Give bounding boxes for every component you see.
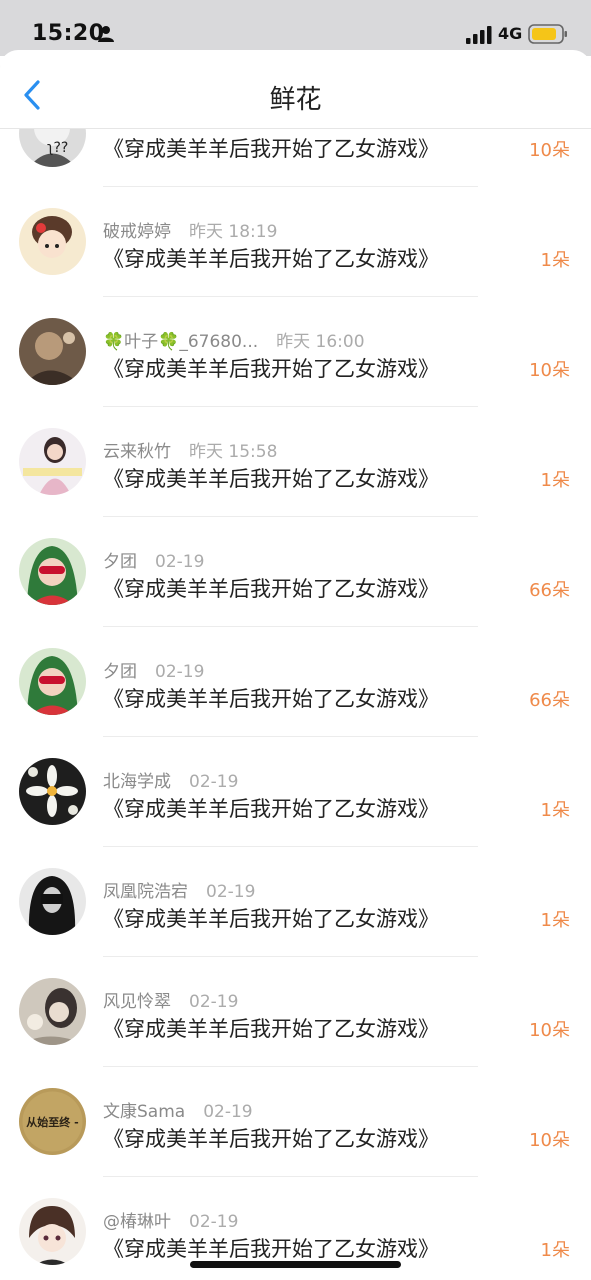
list-item[interactable]: 破戒婷婷 昨天 18:19 《穿成美羊羊后我开始了乙女游戏》 1朵 <box>0 188 591 298</box>
user-name[interactable]: 夕团 <box>103 552 137 572</box>
svg-text:ʅ??: ʅ?? <box>47 140 68 156</box>
avatar <box>19 538 86 605</box>
user-name[interactable]: 风见怜翠 <box>103 992 171 1012</box>
book-title: 《穿成美羊羊后我开始了乙女游戏》 <box>103 467 439 491</box>
flower-count: 10朵 <box>529 140 570 161</box>
divider <box>103 736 478 737</box>
list-item[interactable]: 夕团 02-19 《穿成美羊羊后我开始了乙女游戏》 66朵 <box>0 518 591 628</box>
timestamp: 02-19 <box>155 662 205 682</box>
list-item[interactable]: 北海学成 02-19 《穿成美羊羊后我开始了乙女游戏》 1朵 <box>0 738 591 848</box>
meta-line: 夕团 02-19 <box>103 547 204 572</box>
book-title: 《穿成美羊羊后我开始了乙女游戏》 <box>103 247 439 271</box>
book-title: 《穿成美羊羊后我开始了乙女游戏》 <box>103 797 439 821</box>
meta-line: 夕团 02-19 <box>103 657 204 682</box>
flower-count: 10朵 <box>529 360 570 381</box>
list-item[interactable]: 云来秋竹 昨天 15:58 《穿成美羊羊后我开始了乙女游戏》 1朵 <box>0 408 591 518</box>
home-indicator[interactable] <box>190 1261 401 1268</box>
flower-count: 66朵 <box>529 690 570 711</box>
meta-line: 北海学成 02-19 <box>103 767 238 792</box>
flower-count: 1朵 <box>540 470 570 491</box>
user-name[interactable]: @椿琳叶 <box>103 1212 171 1232</box>
book-title: 《穿成美羊羊后我开始了乙女游戏》 <box>103 907 439 931</box>
user-name[interactable]: 破戒婷婷 <box>103 222 171 242</box>
flower-count: 1朵 <box>540 800 570 821</box>
meta-line: 🍀叶子🍀_67680... 昨天 16:00 <box>103 327 365 352</box>
list-item[interactable]: 从始至终 - 文康Sama 02-19 《穿成美羊羊后我开始了乙女游戏》 10朵 <box>0 1068 591 1178</box>
timestamp: 昨天 18:19 <box>189 222 278 242</box>
divider <box>103 626 478 627</box>
user-name[interactable]: 凤凰院浩宕 <box>103 882 188 902</box>
book-title: 《穿成美羊羊后我开始了乙女游戏》 <box>103 137 439 161</box>
divider <box>103 186 478 187</box>
list-item[interactable]: 风见怜翠 02-19 《穿成美羊羊后我开始了乙女游戏》 10朵 <box>0 958 591 1068</box>
divider <box>103 1066 478 1067</box>
avatar <box>19 648 86 715</box>
book-title: 《穿成美羊羊后我开始了乙女游戏》 <box>103 1017 439 1041</box>
timestamp: 02-19 <box>203 1102 253 1122</box>
divider <box>103 516 478 517</box>
user-name[interactable]: 🍀叶子🍀_67680... <box>103 332 258 352</box>
flower-count: 10朵 <box>529 1020 570 1041</box>
avatar <box>19 428 86 495</box>
avatar <box>19 318 86 385</box>
list-item[interactable]: 凤凰院浩宕 02-19 《穿成美羊羊后我开始了乙女游戏》 1朵 <box>0 848 591 958</box>
flower-count: 1朵 <box>540 1240 570 1261</box>
book-title: 《穿成美羊羊后我开始了乙女游戏》 <box>103 1127 439 1151</box>
avatar <box>19 978 86 1045</box>
meta-line: 文康Sama 02-19 <box>103 1097 253 1122</box>
divider <box>103 956 478 957</box>
user-name[interactable]: 夕团 <box>103 662 137 682</box>
timestamp: 02-19 <box>206 882 256 902</box>
divider <box>103 1176 478 1177</box>
user-name[interactable]: 北海学成 <box>103 772 171 792</box>
timestamp: 昨天 16:00 <box>276 332 365 352</box>
meta-line: 风见怜翠 02-19 <box>103 987 238 1012</box>
divider <box>103 296 478 297</box>
avatar-text: 从始至终 - <box>26 1115 78 1129</box>
meta-line: 破戒婷婷 昨天 18:19 <box>103 217 277 242</box>
gift-list: ʅ?? 《穿成美羊羊后我开始了乙女游戏》 10朵 破戒婷婷 昨天 18:19 《穿… <box>0 0 591 1280</box>
user-name[interactable]: 云来秋竹 <box>103 442 171 462</box>
book-title: 《穿成美羊羊后我开始了乙女游戏》 <box>103 1237 439 1261</box>
flower-count: 1朵 <box>540 910 570 931</box>
divider <box>103 406 478 407</box>
avatar <box>19 758 86 825</box>
avatar <box>19 1198 86 1265</box>
flower-count: 1朵 <box>540 250 570 271</box>
page-title: 鲜花 <box>269 85 322 115</box>
book-title: 《穿成美羊羊后我开始了乙女游戏》 <box>103 687 439 711</box>
timestamp: 02-19 <box>155 552 205 572</box>
meta-line: 凤凰院浩宕 02-19 <box>103 877 255 902</box>
list-item[interactable]: 夕团 02-19 《穿成美羊羊后我开始了乙女游戏》 66朵 <box>0 628 591 738</box>
list-item[interactable]: 🍀叶子🍀_67680... 昨天 16:00 《穿成美羊羊后我开始了乙女游戏》 1… <box>0 298 591 408</box>
meta-line: @椿琳叶 02-19 <box>103 1207 238 1232</box>
timestamp: 02-19 <box>189 992 239 1012</box>
flower-count: 10朵 <box>529 1130 570 1151</box>
meta-line: 云来秋竹 昨天 15:58 <box>103 437 277 462</box>
book-title: 《穿成美羊羊后我开始了乙女游戏》 <box>103 577 439 601</box>
avatar: 从始至终 - <box>19 1088 86 1155</box>
timestamp: 02-19 <box>189 1212 239 1232</box>
user-name[interactable]: 文康Sama <box>103 1102 185 1122</box>
timestamp: 02-19 <box>189 772 239 792</box>
nav-bar: 鲜花 <box>0 50 591 128</box>
divider <box>103 846 478 847</box>
flower-count: 66朵 <box>529 580 570 601</box>
avatar <box>19 868 86 935</box>
timestamp: 昨天 15:58 <box>189 442 278 462</box>
book-title: 《穿成美羊羊后我开始了乙女游戏》 <box>103 357 439 381</box>
avatar <box>19 208 86 275</box>
